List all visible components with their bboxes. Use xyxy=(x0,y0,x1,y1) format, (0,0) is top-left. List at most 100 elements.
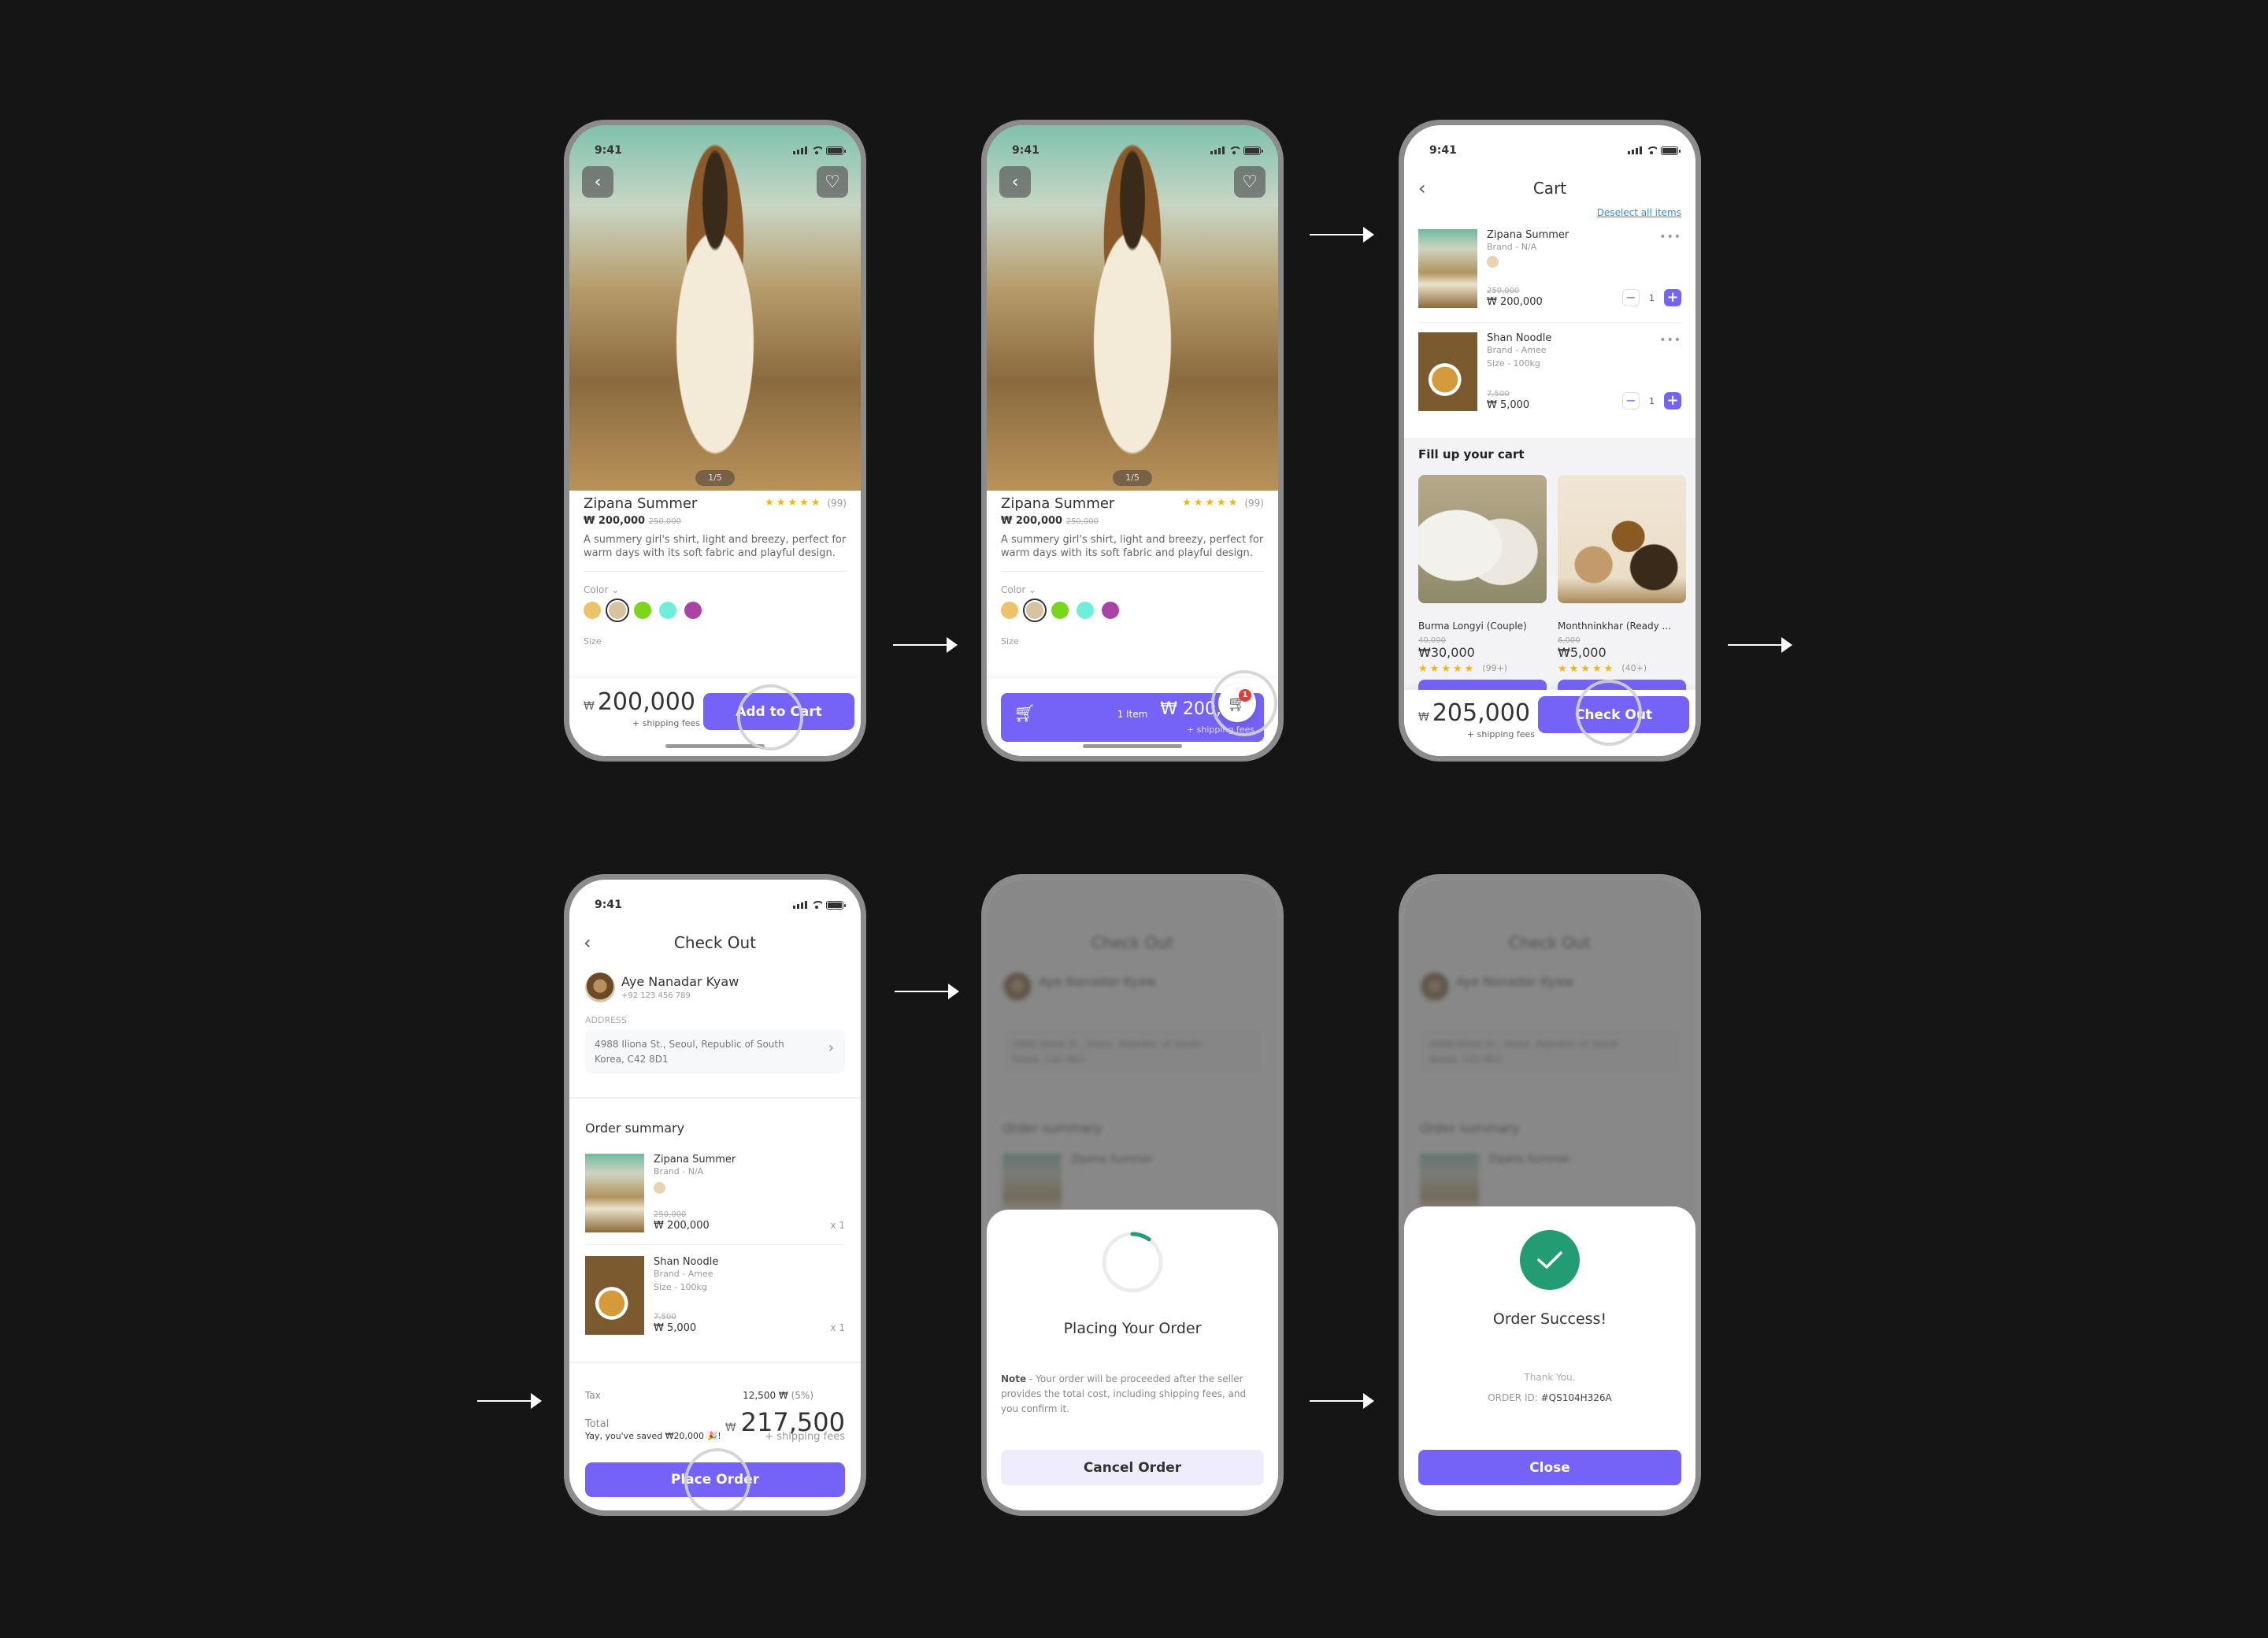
tax-amount: 12,500 ₩ xyxy=(743,1390,788,1401)
savings-note: Yay, you've saved ₩20,000 🎉! xyxy=(585,1431,721,1441)
cart-item-old-price: 250,000 xyxy=(1487,287,1520,295)
order-item-image xyxy=(585,1256,644,1335)
back-button[interactable]: ‹ xyxy=(582,166,613,198)
tax-label: Tax xyxy=(585,1390,601,1401)
address-selector[interactable]: 4988 Iliona St., Seoul, Republic of Sout… xyxy=(585,1029,845,1073)
back-button[interactable]: ‹ xyxy=(999,166,1031,198)
flow-arrow-icon xyxy=(893,637,958,653)
quantity-value: 1 xyxy=(1649,292,1655,303)
nav-header: ‹ Cart xyxy=(1404,172,1695,204)
status-icons xyxy=(793,900,846,910)
avatar xyxy=(585,973,615,1002)
cart-item-name: Shan Noodle xyxy=(1487,332,1552,344)
wifi-icon xyxy=(811,901,822,909)
color-swatch-selected[interactable] xyxy=(1023,598,1047,622)
status-time: 9:41 xyxy=(1012,144,1040,157)
quantity-stepper: − 1 + xyxy=(1622,392,1681,410)
phone-product-detail: 9:41 ‹ ♡ 1/5 Zipana Summer ★★★★★ (99) ₩ 2… xyxy=(564,120,866,762)
increase-button[interactable]: + xyxy=(1664,392,1681,410)
screen: 9:41 ‹ Check Out Aye Nanadar Kyaw +92 12… xyxy=(569,880,861,1510)
color-swatch-selected[interactable] xyxy=(606,598,629,622)
more-options-icon[interactable]: ••• xyxy=(1659,231,1681,243)
old-price: 250,000 xyxy=(648,517,681,526)
deselect-all-link[interactable]: Deselect all items xyxy=(1597,207,1681,218)
modal-title: Placing Your Order xyxy=(1063,1320,1202,1337)
phone-order-success: Check Out Aye Nanadar Kyaw 4988 Iliona S… xyxy=(1399,874,1701,1516)
check-out-button[interactable]: Check Out xyxy=(1538,696,1689,733)
signal-icon xyxy=(793,146,807,154)
divider xyxy=(584,571,847,572)
flow-arrow-icon xyxy=(895,984,959,999)
decrease-button[interactable]: − xyxy=(1622,289,1640,306)
back-button[interactable]: ‹ xyxy=(1418,172,1426,204)
color-swatch[interactable] xyxy=(634,602,651,619)
note-text: - Your order will be proceeded after the… xyxy=(1001,1373,1247,1414)
user-phone: +92 123 456 789 xyxy=(621,991,691,1000)
favorite-button[interactable]: ♡ xyxy=(1234,166,1266,198)
color-dropdown[interactable]: Color ⌄ xyxy=(1001,584,1264,595)
total-value: 205,000 xyxy=(1432,699,1530,727)
add-to-cart-button[interactable]: Add to Cart xyxy=(703,693,854,730)
cart-item: Shan Noodle Brand - Amee Size - 100kg 7,… xyxy=(1418,332,1681,411)
favorite-button[interactable]: ♡ xyxy=(817,166,848,198)
order-item-brand: Brand - Amee xyxy=(654,1269,713,1279)
currency-symbol: ₩ xyxy=(584,515,595,527)
phone-cart: 9:41 ‹ Cart Deselect all items Zipana Su… xyxy=(1399,120,1701,762)
shipping-note: + shipping fees xyxy=(1186,724,1254,735)
divider xyxy=(569,1097,861,1099)
product-price: ₩ 200,000 250,000 xyxy=(584,515,847,527)
close-button[interactable]: Close xyxy=(1418,1450,1681,1485)
color-swatch[interactable] xyxy=(584,602,601,619)
shipping-note: + shipping fees xyxy=(1466,729,1535,739)
cancel-order-button[interactable]: Cancel Order xyxy=(1001,1450,1264,1485)
color-dropdown[interactable]: Color ⌄ xyxy=(584,584,847,595)
color-label: Color xyxy=(584,584,609,595)
color-swatch[interactable] xyxy=(659,602,676,619)
recommendation-card[interactable]: Monthninkhar (Ready ... 6,000 ₩5,000 ★★★… xyxy=(1558,475,1686,695)
order-item: Zipana Summer Brand - N/A 250,000 ₩ 200,… xyxy=(585,1154,845,1232)
order-item-qty: x 1 xyxy=(830,1322,845,1333)
color-swatch[interactable] xyxy=(1001,602,1018,619)
status-time: 9:41 xyxy=(595,899,622,911)
flow-arrow-icon xyxy=(1728,637,1792,653)
rating-count: (99+) xyxy=(1482,663,1508,673)
screen: Check Out Aye Nanadar Kyaw 4988 Iliona S… xyxy=(1404,880,1695,1510)
chevron-down-icon: ⌄ xyxy=(611,584,620,595)
more-options-icon[interactable]: ••• xyxy=(1659,334,1681,346)
wifi-icon xyxy=(1646,146,1657,154)
increase-button[interactable]: + xyxy=(1664,289,1681,306)
cart-item: Zipana Summer Brand - N/A 250,000 ₩ 200,… xyxy=(1418,229,1681,308)
currency-symbol: ₩ xyxy=(584,700,595,713)
phone-product-added: 9:41 ‹ ♡ 1/5 Zipana Summer ★★★★★ (99) ₩ 2… xyxy=(981,120,1284,762)
cart-item-price: ₩ 5,000 xyxy=(1487,399,1530,411)
total-label: Total xyxy=(585,1418,610,1430)
recommendation-name: Monthninkhar (Ready ... xyxy=(1558,621,1672,632)
status-icons xyxy=(793,146,846,155)
size-label: Size xyxy=(1001,636,1019,647)
phone-placing-order: Check Out Aye Nanadar Kyaw 4988 Iliona S… xyxy=(981,874,1284,1516)
decrease-button[interactable]: − xyxy=(1622,392,1640,410)
status-time: 9:41 xyxy=(1429,144,1457,157)
color-swatch[interactable] xyxy=(1051,602,1069,619)
order-success-sheet: Order Success! Thank You. ORDER ID: #QS1… xyxy=(1404,1206,1695,1510)
order-item-size: Size - 100kg xyxy=(654,1282,707,1292)
color-swatch[interactable] xyxy=(1102,602,1119,619)
star-rating-icon: ★★★★★ xyxy=(1558,663,1616,675)
loading-spinner xyxy=(1102,1232,1163,1293)
order-id: ORDER ID: #QS104H326A xyxy=(1404,1392,1695,1403)
flow-arrow-icon xyxy=(1310,1393,1374,1409)
place-order-button[interactable]: Place Order xyxy=(585,1462,845,1497)
recommendation-card[interactable]: Burma Longyi (Couple) 40,000 ₩30,000 ★★★… xyxy=(1418,475,1547,695)
tax-percent: (5%) xyxy=(791,1390,813,1401)
cart-item-image xyxy=(1418,332,1477,411)
product-rating: ★★★★★ (99) xyxy=(765,497,847,509)
cart-item-price: ₩ 200,000 xyxy=(1487,296,1543,308)
back-button[interactable]: ‹ xyxy=(584,927,591,958)
order-item-image xyxy=(585,1154,644,1232)
color-swatch[interactable] xyxy=(684,602,702,619)
floating-cart-button[interactable]: 🛒︎ 1 xyxy=(1218,684,1256,722)
divider xyxy=(585,1244,845,1245)
color-swatch[interactable] xyxy=(1077,602,1094,619)
heart-icon: ♡ xyxy=(1242,172,1258,192)
product-rating: ★★★★★ (99) xyxy=(1182,497,1264,509)
